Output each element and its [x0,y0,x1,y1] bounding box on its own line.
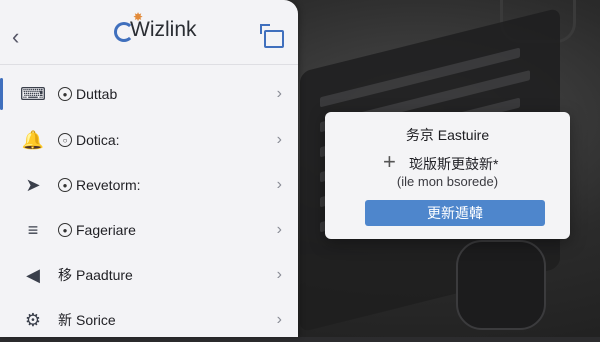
update-dialog: 务京 Eastuire + 珳版斯更鼓新* (ile mon bsorede) … [325,112,570,239]
keyboard-icon: ⌨ [20,83,46,104]
menu-item-fageriare[interactable]: ≡ ● Fageriare › [0,208,298,252]
menu-item-sorice[interactable]: ⚙ 新 Sorice › [0,298,298,342]
menu-item-label: Fageriare [76,222,136,238]
plus-icon: + [383,149,396,174]
dialog-subtext: (ile mon bsorede) [396,174,499,189]
chevron-right-icon: › [276,266,282,283]
menu-item-dotica[interactable]: 🔔 ○ Dotica: › [0,118,298,162]
menu-item-duttab[interactable]: ⌨ ● Duttab › [0,72,298,116]
menu-item-label: Dotica: [76,132,120,148]
chevron-right-icon: › [276,221,282,238]
dialog-title: 务京 Eastuire [405,127,490,143]
item-status-icon: ● [58,223,72,237]
chevron-right-icon: › [276,176,282,193]
menu-item-label: Revetorm: [76,177,141,193]
item-status-icon: ● [58,178,72,192]
export-icon[interactable] [260,24,284,48]
logo-spark-icon: ✸ [133,10,144,24]
back-icon[interactable]: ‹ [12,26,19,48]
side-panel: ‹ Wizlink ✸ ⌨ ● Duttab › 🔔 ○ Dotica: › ➤… [0,0,298,337]
logo-icon [114,22,134,42]
item-status-icon: ○ [58,133,72,147]
mouse-image [456,240,546,330]
menu-item-paadture[interactable]: ◀ 移 Paadture › [0,253,298,297]
update-button[interactable]: 更新遁韓 [365,200,545,226]
chevron-right-icon: › [276,311,282,328]
panel-header: ‹ Wizlink ✸ [0,0,298,65]
menu-item-revetorm[interactable]: ➤ ● Revetorm: › [0,163,298,207]
app-logo: Wizlink [114,18,197,42]
sliders-icon: ≡ [27,219,39,240]
menu-item-label: Paadture [76,267,133,283]
chevron-right-icon: › [276,131,282,148]
menu-item-label: Sorice [76,312,116,328]
menu-item-prefix: 新 [58,312,72,328]
bell-icon: 🔔 [21,129,45,150]
menu-item-label: Duttab [76,86,118,102]
gear-icon: ⚙ [24,309,42,330]
dialog-message: 珳版斯更鼓新* [409,156,499,172]
megaphone-icon: ◀ [26,264,40,285]
menu-item-prefix: 移 [58,267,72,283]
rocket-icon: ➤ [25,174,41,195]
chevron-right-icon: › [276,85,282,102]
item-status-icon: ● [58,87,72,101]
